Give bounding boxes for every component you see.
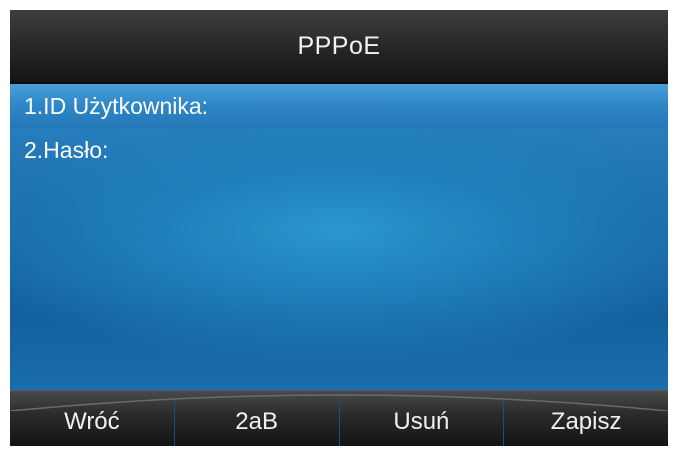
menu-list: 1.ID Użytkownika: 2.Hasło: [10,84,668,390]
page-title: PPPoE [297,31,381,60]
menu-item-user-id[interactable]: 1.ID Użytkownika: [10,84,668,128]
title-bar: PPPoE [10,10,668,84]
back-button-label: Wróć [64,408,120,435]
delete-button-label: Usuń [393,408,450,435]
menu-item-password[interactable]: 2.Hasło: [10,128,668,172]
phone-screen: PPPoE 1.ID Użytkownika: 2.Hasło: Wróć 2a… [10,10,668,446]
menu-item-label: 2.Hasło: [24,136,109,163]
back-button[interactable]: Wróć [10,391,175,446]
delete-button[interactable]: Usuń [340,391,505,446]
save-button-label: Zapisz [550,408,622,435]
save-button[interactable]: Zapisz [504,391,668,446]
menu-item-label: 1.ID Użytkownika: [24,92,209,119]
input-mode-button[interactable]: 2aB [175,391,340,446]
input-mode-button-label: 2aB [235,408,278,435]
softkey-bar: Wróć 2aB Usuń Zapisz [10,390,668,446]
